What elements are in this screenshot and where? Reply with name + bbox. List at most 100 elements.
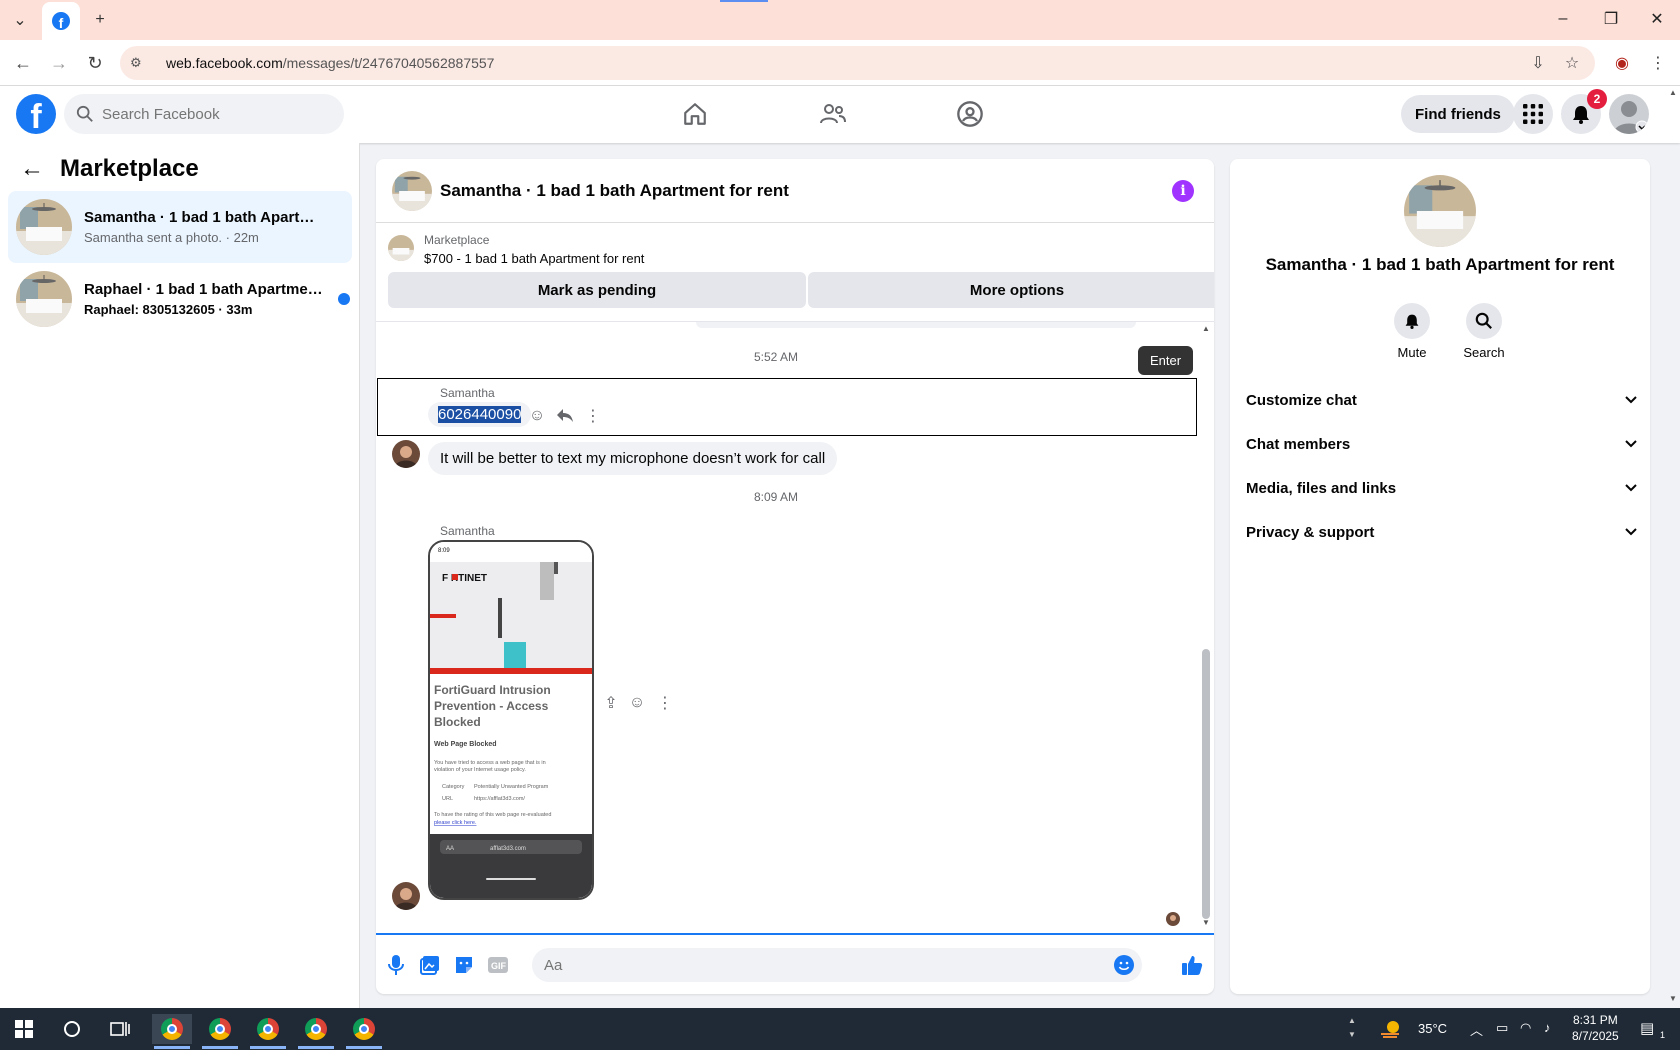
react-icon[interactable]: ☺: [526, 405, 548, 427]
groups-nav-icon[interactable]: [950, 94, 990, 134]
search-action[interactable]: Search: [1454, 303, 1514, 360]
friends-nav-icon[interactable]: [813, 94, 853, 134]
task-view-icon[interactable]: [100, 1014, 140, 1044]
sticker-icon[interactable]: [452, 953, 476, 977]
more-actions-icon[interactable]: ⋮: [582, 405, 604, 427]
url-bar[interactable]: ⚙ web.facebook.com/messages/t/2476704056…: [120, 46, 1595, 80]
minimize-icon[interactable]: –: [1540, 4, 1586, 34]
scrollbar-thumb[interactable]: [1202, 649, 1210, 919]
meet-now-icon[interactable]: ▭: [1496, 1020, 1508, 1036]
listing-thumbnail-large[interactable]: [1404, 175, 1476, 247]
microphone-icon[interactable]: [384, 953, 408, 977]
reply-icon[interactable]: [554, 405, 576, 427]
account-avatar[interactable]: [1609, 94, 1649, 134]
listing-thumbnail: [388, 235, 414, 261]
close-window-icon[interactable]: ✕: [1634, 4, 1680, 34]
message-bubble[interactable]: It will be better to text my microphone …: [428, 442, 838, 475]
chrome-taskbar-icon[interactable]: [344, 1014, 384, 1044]
facebook-logo-icon[interactable]: f: [16, 94, 56, 134]
listing-thumbnail: [16, 271, 72, 327]
chat-members-section[interactable]: Chat members: [1246, 424, 1638, 464]
search-input[interactable]: [102, 105, 322, 123]
home-nav-icon[interactable]: [675, 94, 715, 134]
page-scrollbar[interactable]: ▲ ▼: [1668, 86, 1680, 1008]
tab-search-chevron-icon[interactable]: ⌄: [6, 6, 34, 34]
message-bubble-phone[interactable]: 6026440090: [428, 402, 532, 427]
network-icon[interactable]: ◠: [1520, 1020, 1531, 1036]
find-friends-button[interactable]: Find friends: [1401, 95, 1515, 133]
taskbar-scroll-icon[interactable]: ▲ ▼: [1348, 1014, 1356, 1042]
volume-icon[interactable]: ♪: [1544, 1020, 1551, 1035]
cortana-search-icon[interactable]: [52, 1014, 92, 1044]
site-settings-icon[interactable]: ⚙: [130, 55, 150, 71]
scroll-up-icon[interactable]: ▲: [1202, 324, 1210, 333]
action-center-icon[interactable]: ▤: [1640, 1019, 1654, 1037]
page-scroll-down-icon[interactable]: ▼: [1669, 994, 1677, 1003]
shared-photo[interactable]: 8:09 F RTINET FortiGuard Intrusion Preve…: [428, 540, 594, 900]
conversation-title[interactable]: Samantha · 1 bad 1 bath Apartment for re…: [440, 181, 789, 201]
install-app-icon[interactable]: ⇩: [1524, 48, 1552, 78]
bell-icon[interactable]: [1394, 303, 1430, 339]
thumbs-up-icon[interactable]: [1180, 953, 1204, 977]
photo-category-label: Category: [442, 784, 465, 790]
fortinet-brand: F RTINET: [442, 573, 487, 584]
media-files-links-section[interactable]: Media, files and links: [1246, 468, 1638, 508]
page-scroll-up-icon[interactable]: ▲: [1669, 88, 1677, 97]
profile-icon[interactable]: ◉: [1608, 48, 1636, 78]
info-icon[interactable]: i: [1172, 180, 1194, 202]
emoji-icon[interactable]: [1114, 955, 1134, 975]
search-icon[interactable]: [1466, 303, 1502, 339]
message-input[interactable]: [544, 956, 1104, 974]
privacy-support-section[interactable]: Privacy & support: [1246, 512, 1638, 552]
listing-thumbnail[interactable]: [392, 170, 432, 211]
photo-address: afflat3d3.com: [490, 846, 526, 852]
mark-as-pending-button[interactable]: Mark as pending: [388, 272, 806, 308]
weather-icon[interactable]: [1376, 1014, 1406, 1044]
chrome-taskbar-icon[interactable]: [152, 1014, 192, 1044]
back-arrow-icon[interactable]: ←: [20, 155, 44, 183]
chat-item-raphael[interactable]: Raphael · 1 bad 1 bath Apartmen... Rapha…: [8, 263, 352, 335]
scroll-down-icon[interactable]: ▼: [1202, 918, 1210, 927]
more-options-button[interactable]: More options: [808, 272, 1214, 308]
forward-arrow-icon[interactable]: →: [44, 48, 74, 78]
new-tab-button[interactable]: +: [86, 6, 114, 34]
windows-start-icon[interactable]: [4, 1014, 44, 1044]
restore-icon[interactable]: ❐: [1588, 4, 1634, 34]
svg-text:Prevention - Access: Prevention - Access: [434, 699, 549, 713]
menu-grid-icon[interactable]: [1513, 94, 1553, 134]
active-indicator: [346, 1046, 382, 1049]
share-icon[interactable]: ⇪: [600, 692, 622, 714]
photo-attach-icon[interactable]: [418, 953, 442, 977]
chat-preview: Raphael: 8305132605 · 33m: [84, 302, 253, 317]
browser-menu-icon[interactable]: ⋮: [1644, 48, 1672, 78]
temperature[interactable]: 35°C: [1418, 1021, 1447, 1036]
customize-chat-section[interactable]: Customize chat: [1246, 380, 1638, 420]
chrome-taskbar-icon[interactable]: [200, 1014, 240, 1044]
message-input-box[interactable]: [532, 948, 1142, 982]
svg-text:violation of your Internet usa: violation of your Internet usage policy.: [434, 767, 526, 773]
mute-action[interactable]: Mute: [1382, 303, 1442, 360]
facebook-tab[interactable]: f: [42, 2, 80, 40]
clock[interactable]: 8:31 PM 8/7/2025: [1572, 1013, 1619, 1043]
enter-tooltip: Enter: [1138, 346, 1194, 375]
section-label: Customize chat: [1246, 391, 1357, 409]
sender-avatar[interactable]: [392, 882, 420, 910]
listing-title[interactable]: $700 - 1 bad 1 bath Apartment for rent: [424, 251, 644, 266]
gif-icon[interactable]: GIF: [486, 953, 510, 977]
selected-phone-number[interactable]: 6026440090: [438, 406, 522, 423]
section-label: Privacy & support: [1246, 523, 1375, 541]
message-timestamp: 8:09 AM: [753, 490, 799, 504]
bookmark-star-icon[interactable]: ☆: [1558, 48, 1586, 78]
more-actions-icon[interactable]: ⋮: [654, 692, 676, 714]
back-arrow-icon[interactable]: ←: [8, 48, 38, 78]
react-icon[interactable]: ☺: [626, 692, 648, 714]
tray-chevron-icon[interactable]: ︿: [1470, 1020, 1483, 1039]
message-list: 5:52 AM Enter Samantha 6026440090 ☺ ⋮ It…: [376, 321, 1214, 933]
chrome-taskbar-icon[interactable]: [296, 1014, 336, 1044]
chat-item-samantha[interactable]: Samantha · 1 bad 1 bath Apartmen... Sama…: [8, 191, 352, 263]
chrome-taskbar-icon[interactable]: [248, 1014, 288, 1044]
reload-icon[interactable]: ↻: [80, 48, 110, 78]
sender-avatar[interactable]: [392, 440, 420, 468]
search-box[interactable]: [64, 94, 344, 134]
photo-address-aa: AA: [446, 846, 454, 852]
